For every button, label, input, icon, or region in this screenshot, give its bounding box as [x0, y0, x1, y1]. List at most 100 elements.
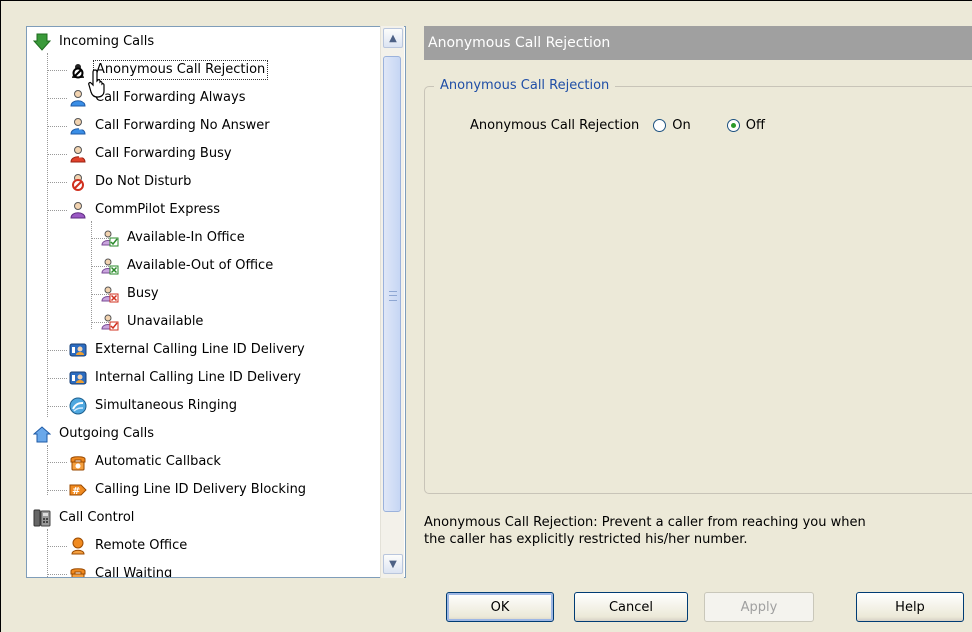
anonymous-call-rejection-option: Anonymous Call Rejection On Off [470, 118, 765, 133]
tree-guide-line [47, 574, 67, 575]
tree-guide-line [47, 462, 67, 463]
tree-guide-line [47, 98, 67, 99]
chevron-down-icon: ▼ [389, 558, 397, 570]
help-button[interactable]: Help [856, 592, 964, 622]
tree-item-label: Anonymous Call Rejection [93, 60, 269, 80]
tree-item-label: Remote Office [95, 538, 188, 553]
remote-office-icon [69, 537, 87, 555]
scroll-thumb[interactable] [383, 56, 401, 512]
grip-icon [389, 291, 397, 301]
chevron-up-icon: ▲ [389, 32, 397, 44]
internal-calling-line-id-icon [69, 369, 87, 387]
available-in-office-icon [101, 229, 119, 247]
tree-item-label: Available-In Office [127, 230, 245, 245]
apply-button[interactable]: Apply [704, 592, 814, 622]
tree-item-available-in-office[interactable]: Available-In Office [101, 225, 247, 251]
tree-item-busy[interactable]: Busy [101, 281, 161, 307]
panel-header-title: Anonymous Call Rejection [428, 35, 611, 51]
green-down-arrow-icon [32, 33, 52, 51]
tree-item-label: Calling Line ID Delivery Blocking [95, 482, 307, 497]
tree-item-label: Call Forwarding Always [95, 90, 246, 105]
tree-item-label: Outgoing Calls [59, 426, 155, 441]
anonymous-call-rejection-icon [69, 61, 87, 79]
description-line-1: Anonymous Call Rejection: Prevent a call… [424, 515, 866, 530]
tree-guide-line [47, 154, 67, 155]
tree-item-label: Incoming Calls [59, 34, 155, 49]
available-out-of-office-icon [101, 257, 119, 275]
tree-item-label: Do Not Disturb [95, 174, 192, 189]
settings-groupbox [424, 86, 972, 494]
tree-item-label: External Calling Line ID Delivery [95, 342, 305, 357]
call-forwarding-no-answer-icon [69, 117, 87, 135]
tree-guide-line [47, 445, 48, 495]
tree-item-label: Available-Out of Office [127, 258, 274, 273]
automatic-callback-icon [69, 453, 87, 471]
tree-guide-line [47, 406, 67, 407]
calling-line-id-blocking-icon: # [69, 481, 87, 499]
tree-item-label: Simultaneous Ringing [95, 398, 238, 413]
tree-item-remote-office[interactable]: Remote Office [69, 533, 189, 559]
tree-item-unavailable[interactable]: Unavailable [101, 309, 205, 335]
tree-item-label: Unavailable [127, 314, 204, 329]
tree-item-label: Call Waiting [95, 566, 173, 578]
tree-guide-line [47, 350, 67, 351]
tree-guide-line [47, 182, 67, 183]
radio-on[interactable] [653, 119, 667, 132]
tree-item-available-out-of-office[interactable]: Available-Out of Office [101, 253, 275, 279]
description-line-2: the caller has explicitly restricted his… [424, 532, 748, 547]
tree-item-do-not-disturb[interactable]: Do Not Disturb [69, 169, 193, 195]
simultaneous-ringing-icon [69, 397, 87, 415]
tree-item-label: Call Forwarding No Answer [95, 118, 270, 133]
tree-item-call-forwarding-busy[interactable]: Call Forwarding Busy [69, 141, 234, 167]
groupbox-title: Anonymous Call Rejection [434, 78, 616, 93]
external-calling-line-id-icon [69, 341, 87, 359]
panel-header: Anonymous Call Rejection [424, 26, 972, 60]
scroll-up-button[interactable]: ▲ [383, 28, 403, 48]
tree-item-calling-line-id-delivery-blocking[interactable]: # Calling Line ID Delivery Blocking [69, 477, 308, 503]
tree-item-simultaneous-ringing[interactable]: Simultaneous Ringing [69, 393, 239, 419]
tree-item-outgoing-calls[interactable]: Outgoing Calls [32, 421, 156, 447]
busy-icon [101, 285, 119, 303]
outgoing-calls-house-icon [32, 425, 52, 443]
commpilot-express-icon [69, 201, 87, 219]
tree-guide-line [47, 490, 67, 491]
radio-off-label[interactable]: Off [746, 118, 765, 133]
option-label: Anonymous Call Rejection [470, 118, 640, 133]
tree-guide-line [47, 210, 67, 211]
tree-item-call-control[interactable]: Call Control [33, 505, 136, 531]
tree-guide-line [47, 378, 67, 379]
tree-guide-line [47, 529, 48, 577]
window-border-top [0, 0, 972, 1]
tree-item-label: CommPilot Express [95, 202, 221, 217]
service-description: Anonymous Call Rejection: Prevent a call… [424, 514, 964, 548]
tree-item-external-calling-line-id-delivery[interactable]: External Calling Line ID Delivery [69, 337, 307, 363]
tree-item-label: Call Control [59, 510, 135, 525]
tree-item-label: Busy [127, 286, 159, 301]
tree-item-label: Call Forwarding Busy [95, 146, 232, 161]
window-border-left [0, 0, 1, 632]
cancel-button[interactable]: Cancel [574, 592, 688, 622]
call-control-phone-icon [33, 509, 51, 527]
tree-item-call-forwarding-no-answer[interactable]: Call Forwarding No Answer [69, 113, 272, 139]
tree-item-call-waiting[interactable]: Call Waiting [69, 561, 174, 578]
call-forwarding-busy-icon [69, 145, 87, 163]
tree-item-internal-calling-line-id-delivery[interactable]: Internal Calling Line ID Delivery [69, 365, 303, 391]
tree-scrollbar[interactable]: ▲ ▼ [380, 26, 404, 578]
radio-on-label[interactable]: On [672, 118, 690, 133]
scroll-down-button[interactable]: ▼ [383, 554, 403, 574]
tree-item-commpilot-express[interactable]: CommPilot Express [69, 197, 222, 223]
call-waiting-icon [69, 565, 87, 577]
ok-button[interactable]: OK [446, 592, 554, 622]
radio-off[interactable] [726, 119, 740, 132]
tree-item-incoming-calls[interactable]: Incoming Calls [32, 29, 156, 55]
tree-guide-line [47, 546, 67, 547]
hand-cursor-icon [88, 69, 105, 98]
tree-item-automatic-callback[interactable]: Automatic Callback [69, 449, 223, 475]
unavailable-icon [101, 313, 119, 331]
tree-guide-line [47, 53, 48, 417]
tree-item-label: Automatic Callback [95, 454, 221, 469]
tree-item-label: Internal Calling Line ID Delivery [95, 370, 301, 385]
service-tree[interactable]: Incoming Calls Anonymous Call Rejection … [26, 26, 406, 578]
tree-guide-line [47, 70, 67, 71]
svg-text:#: # [72, 486, 80, 497]
